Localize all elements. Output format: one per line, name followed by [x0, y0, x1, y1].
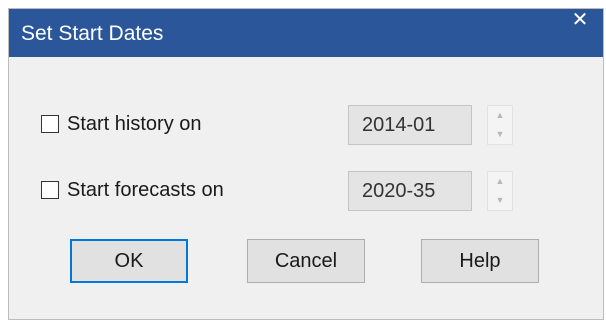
chevron-down-icon[interactable]: ▼ — [488, 125, 512, 144]
chevron-down-icon[interactable]: ▼ — [488, 191, 512, 210]
dialog-title: Set Start Dates — [21, 22, 164, 45]
forecast-start-spinner[interactable]: ▲ ▼ — [487, 171, 513, 211]
history-start-date-field[interactable]: 2014-01 — [348, 105, 472, 145]
history-start-checkbox[interactable] — [41, 115, 59, 133]
history-start-label[interactable]: Start history on — [67, 111, 202, 137]
history-start-row: Start history on 2014-01 ▲ ▼ — [9, 105, 603, 145]
chevron-up-icon[interactable]: ▲ — [488, 172, 512, 191]
cancel-button[interactable]: Cancel — [247, 239, 365, 283]
help-button[interactable]: Help — [421, 239, 539, 283]
set-start-dates-dialog: Set Start Dates ✕ Start history on 2014-… — [8, 8, 604, 320]
title-bar: Set Start Dates ✕ — [9, 9, 603, 57]
ok-button[interactable]: OK — [70, 239, 188, 283]
close-icon: ✕ — [571, 9, 589, 31]
forecast-start-label[interactable]: Start forecasts on — [67, 177, 224, 203]
chevron-up-icon[interactable]: ▲ — [488, 106, 512, 125]
forecast-start-date-field[interactable]: 2020-35 — [348, 171, 472, 211]
close-button[interactable]: ✕ — [557, 9, 603, 41]
forecast-start-checkbox[interactable] — [41, 181, 59, 199]
history-start-spinner[interactable]: ▲ ▼ — [487, 105, 513, 145]
forecast-start-row: Start forecasts on 2020-35 ▲ ▼ — [9, 171, 603, 211]
